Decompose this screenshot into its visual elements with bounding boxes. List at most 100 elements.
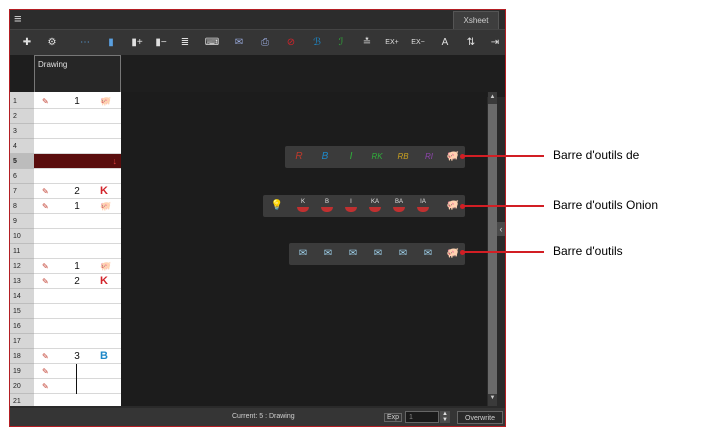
frame-number[interactable]: 7 (10, 184, 34, 199)
exposure-fill-icon[interactable]: ✉ (320, 246, 336, 262)
frame-number[interactable]: 10 (10, 229, 34, 244)
frame-number[interactable]: 17 (10, 334, 34, 349)
onion-k-icon[interactable]: K (295, 198, 311, 214)
frame-number[interactable]: 16 (10, 319, 34, 334)
onion-ba-icon[interactable]: BA (391, 198, 407, 214)
xsheet-cell[interactable]: ✎ 1 🐖 (34, 199, 121, 214)
sequence-fill-icon[interactable]: ≣ (176, 34, 194, 52)
exposure-input[interactable]: 1 (405, 411, 439, 423)
xsheet-cell[interactable] (34, 289, 121, 304)
insert-column-icon[interactable]: ▮+ (128, 34, 146, 52)
mark-keyframe-icon[interactable]: ✉ (230, 34, 248, 52)
remove-column-icon[interactable]: ▮− (152, 34, 170, 52)
xsheet-cell[interactable] (34, 139, 121, 154)
cut-icon[interactable]: ⎙ (256, 34, 274, 52)
frame-number[interactable]: 4 (10, 139, 34, 154)
onion-ia-label: IA (420, 199, 426, 205)
xsheet-cell[interactable]: ↓ (34, 154, 121, 169)
frame-number[interactable]: 3 (10, 124, 34, 139)
show-columns-icon[interactable]: ⋯ (76, 34, 94, 52)
frame-number[interactable]: 12 (10, 259, 34, 274)
xsheet-cell[interactable] (34, 124, 121, 139)
xsheet-cell[interactable]: ✎ 2 K (34, 274, 121, 289)
frame-number[interactable]: 15 (10, 304, 34, 319)
gear-icon[interactable]: ⚙ (43, 34, 61, 52)
frame-number[interactable]: 20 (10, 379, 34, 394)
onion-bowl-icon (393, 207, 405, 212)
xsheet-cell[interactable] (34, 319, 121, 334)
pig-icon[interactable]: 🐖 (445, 149, 461, 165)
decrease-exposure-icon[interactable]: EX− (409, 34, 427, 52)
text-icon[interactable]: A (436, 34, 454, 52)
xsheet-cell[interactable]: ✎ (34, 379, 121, 394)
onion-ka-icon[interactable]: KA (367, 198, 383, 214)
mark-b-icon[interactable]: B (317, 149, 333, 165)
frame-number[interactable]: 2 (10, 109, 34, 124)
xsheet-cell[interactable] (34, 229, 121, 244)
scroll-down-arrow-icon[interactable]: ▼ (488, 395, 497, 401)
frame-number[interactable]: 13 (10, 274, 34, 289)
xsheet-cell[interactable] (34, 304, 121, 319)
frame-number[interactable]: 1 (10, 94, 34, 109)
onion-ia-icon[interactable]: IA (415, 198, 431, 214)
red-mark-icon[interactable]: ⊘ (282, 34, 300, 52)
pig-icon[interactable]: 🐖 (445, 246, 461, 262)
xsheet-cell[interactable] (34, 394, 121, 409)
xsheet-cell[interactable]: ✎ 2 K (34, 184, 121, 199)
frame-number[interactable]: 5 (10, 154, 34, 169)
collapse-panel-icon[interactable]: ‹ (497, 222, 505, 236)
green-mark-icon[interactable]: ℐ (332, 34, 350, 52)
frame-number[interactable]: 21 (10, 394, 34, 409)
frame-number[interactable]: 18 (10, 349, 34, 364)
pig-icon[interactable]: 🐖 (445, 198, 461, 214)
mark-rk-icon[interactable]: RK (369, 149, 385, 165)
xsheet-cell[interactable] (34, 244, 121, 259)
mark-ri-icon[interactable]: RI (421, 149, 437, 165)
onion-skin-bulb-icon[interactable]: 💡 (269, 198, 285, 214)
xsheet-cell[interactable] (34, 214, 121, 229)
frame-number[interactable]: 8 (10, 199, 34, 214)
xsheet-cell[interactable] (34, 109, 121, 124)
mark-rb-icon[interactable]: RB (395, 149, 411, 165)
drawing-column-cells: ✎ 1 🐖 ↓ ✎ 2 K ✎ 1 🐖 ✎ 1 🐖 ✎ 2 K ✎ 3 B ✎ ✎ (34, 92, 121, 409)
exposure-fill-icon[interactable]: ✉ (370, 246, 386, 262)
xsheet-cell[interactable] (34, 169, 121, 184)
blue-mark-icon[interactable]: ℬ (308, 34, 326, 52)
add-column-icon[interactable]: ▮ (102, 34, 120, 52)
onion-b-icon[interactable]: B (319, 198, 335, 214)
xsheet-cell[interactable]: ✎ (34, 364, 121, 379)
callout-dot-1 (460, 154, 465, 159)
tab-xsheet[interactable]: Xsheet (453, 11, 499, 29)
layer-icon[interactable]: ⇥ (486, 34, 504, 52)
column-header-drawing[interactable]: Drawing (34, 55, 121, 97)
mark-i-icon[interactable]: I (343, 149, 359, 165)
onion-i-icon[interactable]: I (343, 198, 359, 214)
exposure-stepper-icon[interactable]: ▲ ▼ (440, 411, 450, 423)
xsheet-cell[interactable] (34, 334, 121, 349)
frame-number[interactable]: 9 (10, 214, 34, 229)
onion-k-label: K (300, 199, 305, 205)
exposure-fill-icon[interactable]: ✉ (395, 246, 411, 262)
frame-number[interactable]: 19 (10, 364, 34, 379)
exposure-fill-icon[interactable]: ✉ (345, 246, 361, 262)
add-drawing-icon[interactable]: ✚ (18, 34, 36, 52)
exposure-fill-icon[interactable]: ✉ (420, 246, 436, 262)
callout-line-1 (462, 155, 544, 157)
scroll-up-arrow-icon[interactable]: ▲ (488, 94, 497, 100)
increase-exposure-icon[interactable]: EX+ (383, 34, 401, 52)
overwrite-button[interactable]: Overwrite (457, 411, 503, 424)
mark-r-icon[interactable]: R (291, 149, 307, 165)
hamburger-menu-icon[interactable]: ≡ (14, 12, 22, 26)
xsheet-cell[interactable]: ✎ 1 🐖 (34, 94, 121, 109)
xsheet-cell[interactable]: ✎ 1 🐖 (34, 259, 121, 274)
frame-number[interactable]: 14 (10, 289, 34, 304)
exposure-fill-icon[interactable]: ✉ (295, 246, 311, 262)
inbetween-pig-icon: 🐖 (100, 201, 112, 211)
xsheet-cell[interactable]: ✎ 3 B (34, 349, 121, 364)
pencil-up-icon[interactable]: ≛ (358, 34, 376, 52)
frame-number[interactable]: 6 (10, 169, 34, 184)
exposure-icon[interactable]: ⇅ (462, 34, 480, 52)
scan-icon[interactable]: ⌨ (203, 34, 221, 52)
scrollbar-thumb[interactable] (488, 104, 497, 394)
frame-number[interactable]: 11 (10, 244, 34, 259)
